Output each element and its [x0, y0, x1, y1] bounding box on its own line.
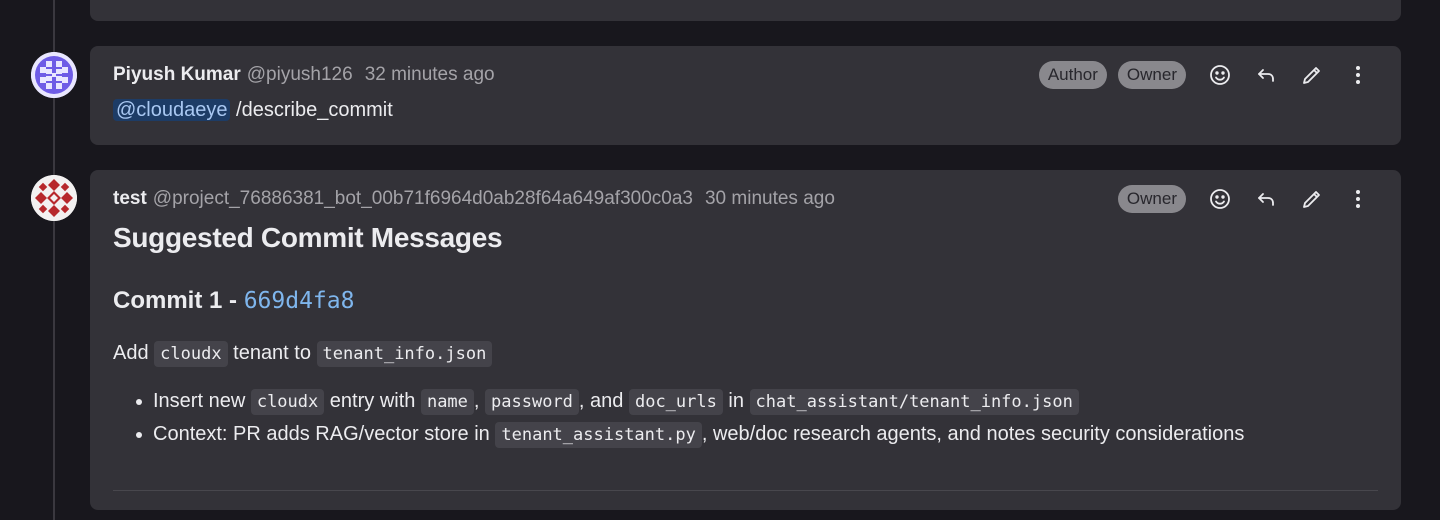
previous-comment-card [90, 0, 1401, 21]
timestamp[interactable]: 32 minutes ago [365, 64, 495, 86]
inline-code: cloudx [154, 341, 228, 367]
avatar-image-icon [31, 52, 77, 98]
summary-text: Add [113, 342, 155, 364]
add-reaction-button[interactable] [1197, 60, 1243, 90]
commit-summary: Add cloudx tenant to tenant_info.json [113, 338, 1378, 369]
reply-button[interactable] [1243, 60, 1289, 90]
inline-code: tenant_assistant.py [495, 422, 702, 448]
edit-icon [1303, 67, 1320, 84]
reply-button[interactable] [1243, 184, 1289, 214]
commit-heading-label: Commit 1 - [113, 287, 244, 314]
comment-card: test @project_76886381_bot_00b71f6964d0a… [90, 170, 1401, 510]
timestamp[interactable]: 30 minutes ago [705, 188, 835, 210]
list-item: Context: PR adds RAG/vector store in ten… [133, 418, 1378, 451]
inline-code: name [420, 389, 474, 415]
command-text: /describe_commit [230, 99, 393, 121]
inline-code: password [485, 389, 579, 415]
list-item: Insert new cloudx entry with name, passw… [133, 385, 1378, 418]
list-text: , and [578, 390, 629, 412]
author-handle[interactable]: @project_76886381_bot_00b71f6964d0ab28f6… [153, 188, 693, 210]
emoji-icon [1210, 65, 1230, 85]
list-text: entry with [324, 390, 421, 412]
comment-title: Suggested Commit Messages [113, 222, 503, 253]
add-reaction-button[interactable] [1197, 184, 1243, 214]
list-text: Context: PR adds RAG/vector store in [153, 423, 496, 445]
commit-details-list: Insert new cloudx entry with name, passw… [133, 385, 1378, 451]
owner-badge: Owner [1117, 61, 1186, 89]
comment-header: Piyush Kumar @piyush126 32 minutes ago [113, 62, 495, 88]
emoji-icon [1210, 189, 1230, 209]
comment-card: Piyush Kumar @piyush126 32 minutes ago A… [90, 46, 1401, 145]
list-text: in [722, 390, 750, 412]
divider [113, 490, 1378, 491]
reply-icon [1258, 193, 1274, 206]
avatar[interactable] [31, 52, 77, 98]
author-badge: Author [1038, 61, 1107, 89]
commit-sha-link[interactable]: 669d4fa8 [244, 288, 355, 314]
inline-code: cloudx [250, 389, 325, 415]
inline-code: tenant_info.json [316, 341, 493, 367]
avatar-image-icon [31, 175, 77, 221]
comment-body: Suggested Commit Messages Commit 1 - 669… [113, 222, 1378, 451]
list-text: , [473, 390, 486, 412]
more-options-button[interactable] [1335, 60, 1381, 90]
author-name[interactable]: Piyush Kumar [113, 64, 241, 86]
more-options-icon [1356, 66, 1360, 84]
edit-button[interactable] [1289, 184, 1335, 214]
author-name[interactable]: test [113, 188, 147, 210]
more-options-button[interactable] [1335, 184, 1381, 214]
author-handle[interactable]: @piyush126 [247, 64, 353, 86]
comment-actions: Owner [1117, 184, 1381, 214]
inline-code: doc_urls [628, 389, 723, 415]
inline-code: chat_assistant/tenant_info.json [749, 389, 1079, 415]
user-mention[interactable]: @cloudaeye [113, 99, 231, 121]
comment-body: @cloudaeye /describe_commit [113, 99, 393, 122]
more-options-icon [1356, 190, 1360, 208]
list-text: , web/doc research agents, and notes sec… [701, 423, 1245, 445]
commit-heading: Commit 1 - 669d4fa8 [113, 287, 1378, 315]
summary-text: tenant to [227, 342, 317, 364]
reply-icon [1258, 69, 1274, 82]
list-text: Insert new [153, 390, 251, 412]
comment-actions: Author Owner [1038, 60, 1381, 90]
avatar[interactable] [31, 175, 77, 221]
owner-badge: Owner [1117, 185, 1186, 213]
edit-icon [1303, 191, 1320, 208]
edit-button[interactable] [1289, 60, 1335, 90]
comment-header: test @project_76886381_bot_00b71f6964d0a… [113, 186, 835, 212]
